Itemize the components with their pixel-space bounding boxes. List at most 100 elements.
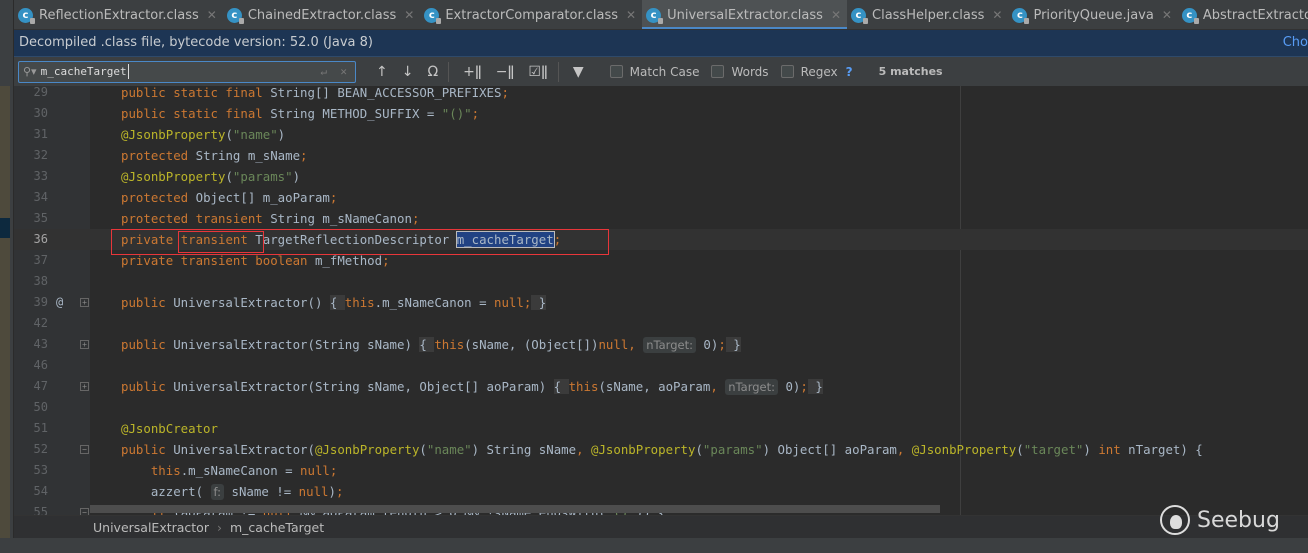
line-number: 46 [33, 358, 48, 372]
fold-toggle-icon[interactable]: − [80, 508, 89, 515]
code-token: String m_sName [195, 148, 301, 163]
close-icon[interactable]: ✕ [992, 8, 1002, 22]
match-case-checkbox[interactable]: Match Case [609, 65, 699, 79]
code-token: this [434, 337, 465, 352]
code-line[interactable]: 46 [14, 355, 1308, 376]
remove-selection-button[interactable]: −ǁ [496, 64, 515, 80]
code-token: } [725, 337, 741, 352]
code-token: { [553, 379, 569, 394]
fold-toggle-icon[interactable]: + [80, 340, 89, 349]
code-line[interactable]: 35 protected transient String m_sNameCano… [14, 208, 1308, 229]
code-editor[interactable]: 29 public static final String[] BEAN_ACCE… [14, 86, 1308, 515]
code-token: "name" [426, 442, 472, 457]
line-number: 33 [33, 169, 48, 183]
code-token: String[] BEAN_ACCESSOR_PREFIXES [270, 86, 502, 100]
code-token: ) Object[] aoParam [762, 442, 897, 457]
new-line-icon[interactable]: ↵ [320, 65, 327, 78]
close-icon[interactable]: ✕ [626, 8, 636, 22]
code-token: @JsonbProperty [911, 442, 1017, 457]
line-number: 54 [33, 484, 48, 498]
filter-icon[interactable]: ▼ [573, 64, 584, 80]
words-checkbox[interactable]: Words [711, 65, 769, 79]
horizontal-scrollbar[interactable] [90, 505, 940, 513]
close-icon[interactable]: ✕ [1162, 8, 1172, 22]
override-marker-icon[interactable]: @ [56, 292, 63, 313]
code-token: public [121, 442, 174, 457]
code-token: , [896, 442, 912, 457]
code-line[interactable]: 34 protected Object[] m_aoParam; [14, 187, 1308, 208]
clear-icon[interactable]: ✕ [340, 65, 347, 78]
tab-reflectionextractor-class[interactable]: c ReflectionExtractor.class ✕ [14, 0, 223, 29]
code-token: UniversalExtractor() [173, 295, 330, 310]
tab-universalextractor-class[interactable]: c UniversalExtractor.class ✕ [642, 0, 847, 29]
tab-priorityqueue-java[interactable]: c PriorityQueue.java ✕ [1008, 0, 1177, 29]
code-token: private transient boolean [121, 253, 315, 268]
tool-window-strip [0, 0, 14, 538]
code-line[interactable]: 32 protected String m_sName; [14, 145, 1308, 166]
toggle-selection-button[interactable]: ☑ǁ [528, 64, 547, 80]
tab-classhelper-class[interactable]: c ClassHelper.class ✕ [847, 0, 1008, 29]
code-line[interactable]: 52− public UniversalExtractor(@JsonbPrope… [14, 439, 1308, 460]
fold-toggle-icon[interactable]: + [80, 382, 89, 391]
tab-label: AbstractExtractor.class [1202, 7, 1308, 23]
code-token: ; [382, 253, 390, 268]
close-icon[interactable]: ✕ [207, 8, 217, 22]
search-input[interactable]: ⚲▾ m_cacheTarget ↵ ✕ [18, 60, 356, 83]
close-icon[interactable]: ✕ [404, 8, 414, 22]
code-token: nTarget: [725, 379, 779, 395]
code-token: public static final [121, 86, 271, 100]
next-occurrence-button[interactable]: ↓ [402, 64, 414, 80]
code-line[interactable]: 38 [14, 271, 1308, 292]
regex-help-link[interactable]: ? [846, 65, 853, 79]
tab-extractorcomparator-class[interactable]: c ExtractorComparator.class ✕ [420, 0, 642, 29]
search-query: m_cacheTarget [40, 65, 127, 78]
watermark-text: Seebug [1197, 507, 1280, 533]
code-token: m_fMethod [314, 253, 383, 268]
tab-chainedextractor-class[interactable]: c ChainedExtractor.class ✕ [223, 0, 421, 29]
regex-checkbox[interactable]: Regex [780, 65, 838, 79]
code-token: String METHOD_SUFFIX = [270, 106, 442, 121]
tab-abstractextractor-class[interactable]: cAbstractExtractor.class✕ [1178, 0, 1308, 29]
class-icon: c [226, 7, 244, 24]
code-token: this [150, 463, 181, 478]
breadcrumb-class[interactable]: UniversalExtractor [93, 520, 209, 535]
select-all-occurrences-button[interactable]: Ω [427, 64, 438, 80]
code-token: UniversalExtractor(String sName) [173, 337, 420, 352]
code-line[interactable]: 50 [14, 397, 1308, 418]
code-line[interactable]: 30 public static final String METHOD_SUFF… [14, 103, 1308, 124]
code-token: ( [225, 169, 233, 184]
code-line[interactable]: 31 @JsonbProperty("name") [14, 124, 1308, 145]
code-line[interactable]: 43 + public UniversalExtractor(String sNam… [14, 334, 1308, 355]
fold-toggle-icon[interactable]: − [80, 445, 89, 454]
breadcrumb-field[interactable]: m_cacheTarget [230, 520, 324, 535]
code-line[interactable]: 53 this.m_sNameCanon = null; [14, 460, 1308, 481]
line-number: 43 [33, 337, 48, 351]
code-line[interactable]: 39 @ + public UniversalExtractor() { this.m… [14, 292, 1308, 313]
code-token: public [121, 295, 174, 310]
line-number: 51 [33, 421, 48, 435]
code-line[interactable]: 42 [14, 313, 1308, 334]
add-selection-button[interactable]: +ǁ [463, 64, 482, 80]
code-token: (sName, aoParam [598, 379, 711, 394]
code-line[interactable]: 51 @JsonbCreator [14, 418, 1308, 439]
code-token: ; [335, 484, 344, 499]
code-token: protected [121, 190, 196, 205]
code-line[interactable]: 29 public static final String[] BEAN_ACCE… [14, 86, 1308, 103]
tab-label: ChainedExtractor.class [247, 7, 397, 23]
previous-occurrence-button[interactable]: ↑ [376, 64, 388, 80]
code-token: , [628, 337, 644, 352]
code-token: ; [329, 190, 338, 205]
code-token: this [344, 295, 375, 310]
search-icon[interactable]: ⚲▾ [23, 65, 37, 78]
code-token: ( [419, 442, 427, 457]
find-bar: ⚲▾ m_cacheTarget ↵ ✕ ↑ ↓ Ω +ǁ −ǁ ☑ǁ ▼ Ma… [14, 57, 1308, 86]
tab-label: ClassHelper.class [872, 7, 985, 23]
code-token: null [298, 484, 329, 499]
close-icon[interactable]: ✕ [831, 8, 841, 22]
decompiled-banner: Decompiled .class file, bytecode version… [14, 30, 1308, 57]
fold-toggle-icon[interactable]: + [80, 298, 89, 307]
code-line[interactable]: 54 azzert( f: sName != null); [14, 481, 1308, 502]
choose-sources-link[interactable]: Cho [1283, 35, 1308, 50]
code-line[interactable]: 33 @JsonbProperty("params") [14, 166, 1308, 187]
code-line[interactable]: 47 + public UniversalExtractor(String sNam… [14, 376, 1308, 397]
